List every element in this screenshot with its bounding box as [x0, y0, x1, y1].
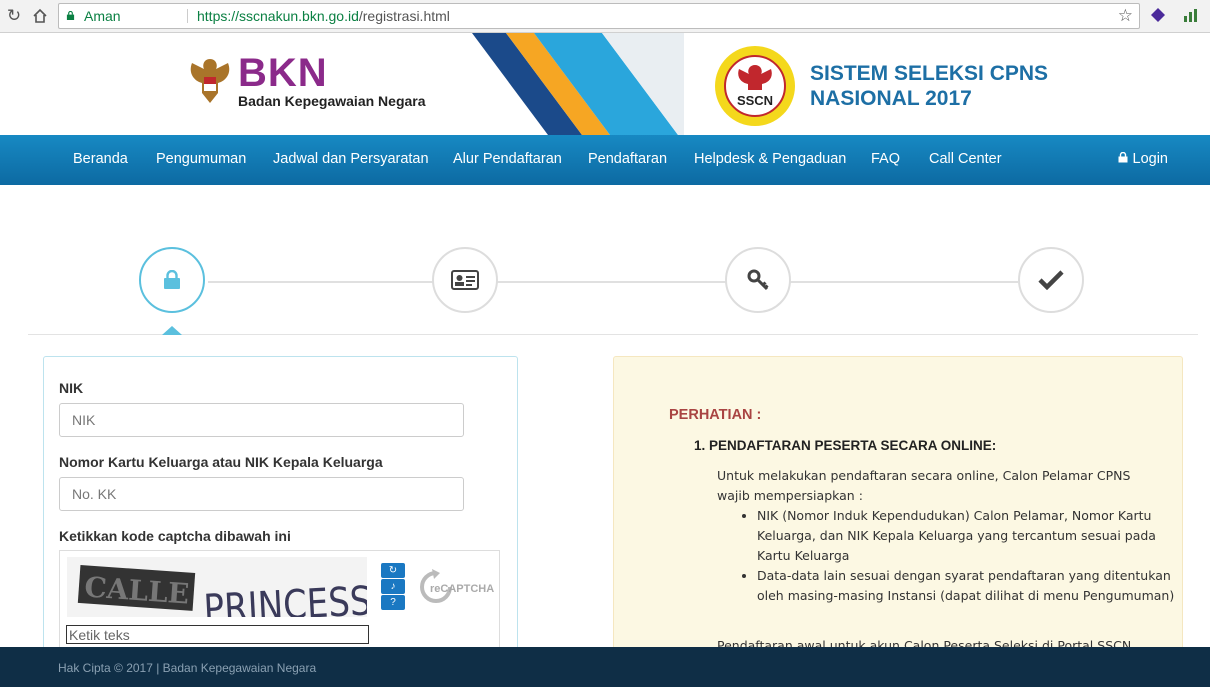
- requirements-list: NIK (Nomor Induk Kependudukan) Calon Pel…: [734, 506, 1177, 606]
- attention-panel: PERHATIAN : 1. PENDAFTARAN PESERTA SECAR…: [613, 356, 1183, 656]
- kk-label: Nomor Kartu Keluarga atau NIK Kepala Kel…: [59, 454, 383, 470]
- reload-icon[interactable]: ↻: [4, 6, 24, 26]
- lock-icon: [1118, 151, 1128, 163]
- refresh-captcha-icon[interactable]: ↻: [381, 563, 405, 578]
- bkn-logo-text: BKN: [238, 51, 328, 95]
- nav-item-alur[interactable]: Alur Pendaftaran: [453, 151, 562, 167]
- sscn-badge-text: SSCN: [737, 93, 773, 108]
- nav-item-pendaftaran[interactable]: Pendaftaran: [588, 151, 667, 167]
- nav-item-beranda[interactable]: Beranda: [73, 151, 128, 167]
- list-item: Data-data lain sesuai dengan syarat pend…: [757, 566, 1177, 606]
- help-captcha-icon[interactable]: ?: [381, 595, 405, 610]
- check-icon: [1038, 270, 1064, 290]
- secure-label: Aman: [84, 8, 121, 24]
- registration-form-panel: NIK Nomor Kartu Keluarga atau NIK Kepala…: [43, 356, 518, 660]
- wizard-divider: [28, 334, 1198, 335]
- attention-intro: Untuk melakukan pendaftaran secara onlin…: [717, 468, 1131, 503]
- login-label: Login: [1132, 151, 1168, 167]
- nav-item-jadwal[interactable]: Jadwal dan Persyaratan: [273, 151, 429, 167]
- wizard-step-3[interactable]: [725, 247, 791, 313]
- attention-heading: 1. PENDAFTARAN PESERTA SECARA ONLINE:: [694, 438, 997, 453]
- wizard-step-4[interactable]: [1018, 247, 1084, 313]
- browser-toolbar: ↻ Aman https://sscnakun.bkn.go.id/regist…: [0, 0, 1210, 33]
- bkn-full-name: Badan Kepegawaian Negara: [238, 93, 426, 109]
- captcha-image: CALLE PRINCESS: [67, 557, 367, 617]
- extension-chart-icon[interactable]: [1182, 7, 1198, 23]
- main-navigation: Beranda Pengumuman Jadwal dan Persyarata…: [0, 135, 1210, 185]
- site-header: BKN Badan Kepegawaian Negara SSCN SISTEM…: [0, 33, 1210, 135]
- url-text: https://sscnakun.bkn.go.id/registrasi.ht…: [197, 8, 450, 24]
- header-stripes-graphic: [472, 33, 684, 135]
- nik-label: NIK: [59, 380, 84, 396]
- audio-captcha-icon[interactable]: ♪: [381, 579, 405, 594]
- active-step-pointer: [162, 326, 182, 335]
- sscn-title: SISTEM SELEKSI CPNS NASIONAL 2017: [810, 61, 1048, 111]
- nav-item-pengumuman[interactable]: Pengumuman: [156, 151, 246, 167]
- secure-lock-icon: [66, 11, 75, 20]
- home-icon[interactable]: [30, 6, 50, 26]
- captcha-input[interactable]: [66, 625, 369, 644]
- extension-icon[interactable]: [1150, 7, 1166, 23]
- captcha-label: Ketikkan kode captcha dibawah ini: [59, 528, 291, 544]
- list-item: NIK (Nomor Induk Kependudukan) Calon Pel…: [757, 506, 1177, 566]
- sscn-seal-logo[interactable]: SSCN: [714, 45, 796, 127]
- recaptcha-logo-text: reCAPTCHA: [430, 583, 494, 595]
- captcha-widget: CALLE PRINCESS ↻ ♪ ? reCAPTCHA: [59, 550, 500, 660]
- key-icon: [747, 269, 769, 291]
- lock-icon: [164, 270, 180, 289]
- sscn-title-line1: SISTEM SELEKSI CPNS: [810, 62, 1049, 85]
- divider: [187, 9, 188, 23]
- captcha-controls: ↻ ♪ ?: [381, 563, 405, 611]
- login-link[interactable]: Login: [1118, 151, 1168, 167]
- nav-item-faq[interactable]: FAQ: [871, 151, 900, 167]
- wizard-step-2[interactable]: [432, 247, 498, 313]
- address-bar[interactable]: Aman https://sscnakun.bkn.go.id/registra…: [58, 3, 1140, 29]
- id-card-icon: [451, 270, 479, 290]
- site-footer: Hak Cipta © 2017 | Badan Kepegawaian Neg…: [0, 647, 1210, 687]
- nik-input[interactable]: [59, 403, 464, 437]
- nav-item-call-center[interactable]: Call Center: [929, 151, 1002, 167]
- wizard-progress-line: [208, 281, 1018, 283]
- nav-item-helpdesk[interactable]: Helpdesk & Pengaduan: [694, 151, 846, 167]
- copyright-text: Hak Cipta © 2017 | Badan Kepegawaian Neg…: [58, 661, 317, 675]
- attention-title: PERHATIAN :: [669, 407, 762, 423]
- kk-input[interactable]: [59, 477, 464, 511]
- sscn-title-line2: NASIONAL 2017: [810, 87, 972, 110]
- recaptcha-logo-icon: reCAPTCHA: [420, 569, 494, 603]
- bookmark-star-icon[interactable]: ☆: [1118, 4, 1133, 28]
- garuda-logo-icon[interactable]: [182, 53, 238, 109]
- wizard-step-1[interactable]: [139, 247, 205, 313]
